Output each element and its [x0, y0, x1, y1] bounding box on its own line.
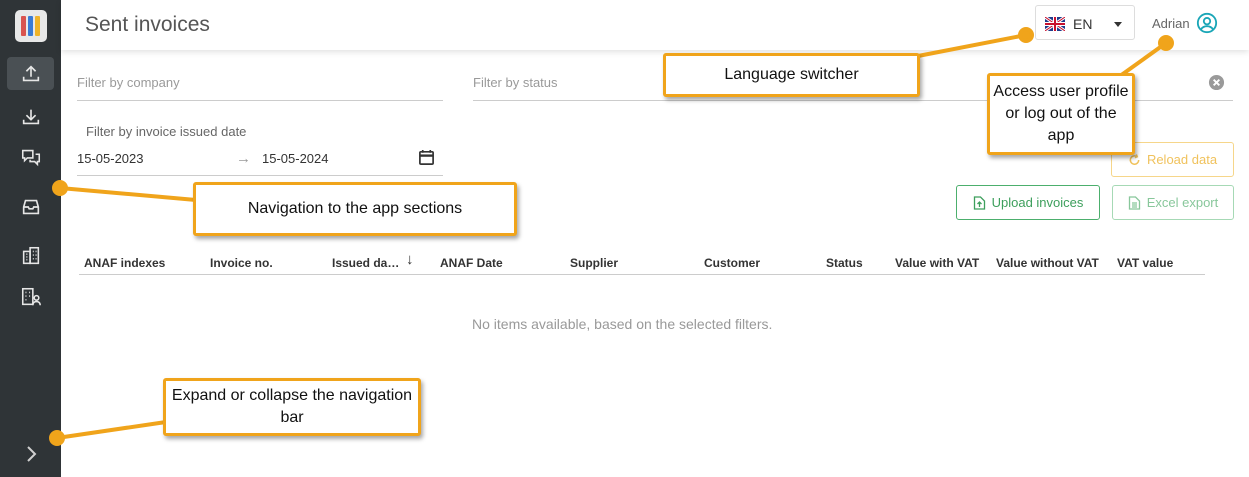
column-header[interactable]: Value without VAT [996, 256, 1099, 270]
sidebar-item-inbox[interactable] [7, 190, 54, 223]
callout-navigation: Navigation to the app sections [193, 182, 517, 236]
column-header[interactable]: ANAF Date [440, 256, 503, 270]
language-switcher[interactable]: EN [1035, 5, 1135, 40]
sidebar-item-received-invoices[interactable] [7, 100, 54, 133]
date-to-value[interactable]: 15-05-2024 [262, 151, 329, 166]
logo-bar [21, 16, 26, 36]
sidebar-item-company-users[interactable] [7, 280, 54, 313]
user-name[interactable]: Adrian [1152, 16, 1190, 31]
connector-line [56, 420, 167, 440]
upload-invoices-button[interactable]: Upload invoices [956, 185, 1100, 220]
callout-user-profile: Access user profile or log out of the ap… [987, 73, 1135, 155]
download-icon [22, 109, 39, 124]
chevron-right-icon [27, 446, 37, 462]
file-upload-icon [973, 195, 985, 210]
arrow-right-icon: → [236, 150, 251, 167]
column-header[interactable]: Value with VAT [895, 256, 979, 270]
date-filter-label: Filter by invoice issued date [86, 124, 247, 139]
inbox-icon [22, 199, 39, 214]
column-header[interactable]: Supplier [570, 256, 618, 270]
top-header: Sent invoices EN Adrian [61, 0, 1249, 50]
company-filter-input[interactable]: Filter by company [77, 68, 443, 101]
calendar-icon[interactable] [418, 149, 435, 166]
callout-text: Expand or collapse the navigation bar [171, 387, 413, 426]
excel-export-label: Excel export [1146, 195, 1219, 210]
callout-text: Language switcher [724, 66, 859, 83]
upload-icon [22, 64, 39, 81]
column-header[interactable]: Customer [704, 256, 760, 270]
logo-bar [35, 16, 40, 36]
callout-text: Navigation to the app sections [247, 200, 463, 217]
sidebar-item-messages[interactable] [7, 140, 54, 173]
buildings-icon [22, 246, 39, 264]
invoices-table-header: ANAF indexes Invoice no. Issued da… ↓ AN… [79, 247, 1205, 275]
column-header[interactable]: Status [826, 256, 863, 270]
empty-table-message: No items available, based on the selecte… [472, 316, 773, 332]
column-header[interactable]: ANAF indexes [84, 256, 165, 270]
logo-bar [28, 16, 33, 36]
user-circle-icon[interactable] [1196, 12, 1218, 34]
status-filter-placeholder: Filter by status [473, 75, 558, 90]
callout-language-switcher: Language switcher [663, 53, 920, 97]
date-from-value[interactable]: 15-05-2023 [77, 151, 144, 166]
sidebar [0, 0, 61, 477]
column-header[interactable]: Invoice no. [210, 256, 273, 270]
caret-down-icon [1114, 22, 1122, 27]
excel-export-button[interactable]: Excel export [1112, 185, 1234, 220]
expand-sidebar-button[interactable] [20, 440, 44, 468]
column-header[interactable]: VAT value [1117, 256, 1173, 270]
chat-icon [21, 149, 40, 166]
page-title: Sent invoices [85, 13, 210, 36]
clear-status-filter-icon[interactable] [1208, 74, 1225, 91]
file-excel-icon [1128, 195, 1140, 210]
sidebar-item-sent-invoices[interactable] [7, 57, 54, 90]
uk-flag-icon [1045, 17, 1065, 31]
language-code: EN [1073, 16, 1093, 32]
callout-text: Access user profile or log out of the ap… [993, 83, 1129, 144]
upload-invoices-label: Upload invoices [991, 195, 1084, 210]
column-header[interactable]: Issued da… [332, 256, 399, 270]
company-users-icon [21, 287, 41, 305]
company-filter-placeholder: Filter by company [77, 75, 180, 90]
connector-line [59, 186, 197, 202]
callout-expand-collapse: Expand or collapse the navigation bar [163, 378, 421, 436]
reload-data-label: Reload data [1146, 152, 1218, 167]
app-logo-icon[interactable] [15, 10, 47, 42]
sort-arrow-down-icon[interactable]: ↓ [406, 251, 414, 268]
sidebar-item-companies[interactable] [7, 239, 54, 272]
